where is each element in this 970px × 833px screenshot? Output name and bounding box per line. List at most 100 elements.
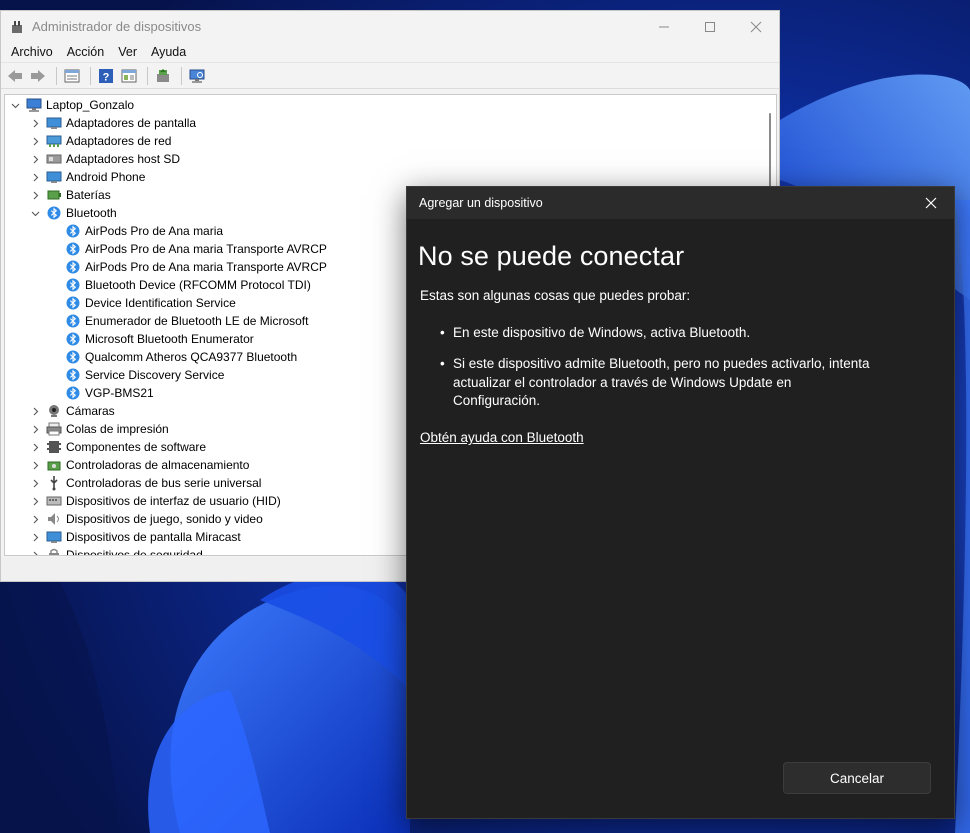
tip-item: • Si este dispositivo admite Bluetooth, …	[440, 355, 873, 411]
tree-expander[interactable]	[29, 531, 41, 543]
maximize-button[interactable]	[687, 11, 733, 42]
miracast-icon	[46, 529, 62, 545]
tree-category[interactable]: Adaptadores host SD	[5, 150, 765, 168]
tree-expander[interactable]	[29, 171, 41, 183]
tree-device-label: Service Discovery Service	[85, 368, 225, 382]
bullet-icon: •	[440, 356, 445, 371]
add-device-dialog: Agregar un dispositivo No se puede conec…	[406, 186, 955, 819]
svg-text:?: ?	[103, 71, 110, 83]
menu-ayuda[interactable]: Ayuda	[145, 45, 192, 59]
tree-category-label: Adaptadores de pantalla	[66, 116, 197, 130]
chevron-down-icon	[11, 103, 19, 108]
view-icon	[121, 69, 137, 82]
properties-button[interactable]	[62, 66, 82, 86]
forward-icon	[31, 69, 45, 82]
chevron-right-icon	[33, 425, 38, 433]
tree-expander[interactable]	[29, 207, 41, 219]
bluetooth-icon	[65, 295, 81, 311]
chevron-right-icon	[33, 137, 38, 145]
dialog-close-button[interactable]	[908, 187, 954, 219]
tree-expander[interactable]	[29, 153, 41, 165]
dialog-title: Agregar un dispositivo	[419, 196, 543, 210]
cancel-button[interactable]: Cancelar	[783, 762, 931, 794]
minimize-icon	[659, 26, 669, 27]
tree-category[interactable]: Adaptadores de red	[5, 132, 765, 150]
tree-expander[interactable]	[29, 135, 41, 147]
tree-category[interactable]: Adaptadores de pantalla	[5, 114, 765, 132]
close-icon	[750, 21, 762, 32]
tree-category-label: Colas de impresión	[66, 422, 169, 436]
tree-category-label: Dispositivos de juego, sonido y video	[66, 512, 263, 526]
close-icon	[925, 197, 937, 209]
tree-device-label: Microsoft Bluetooth Enumerator	[85, 332, 254, 346]
tip-text: En este dispositivo de Windows, activa B…	[453, 325, 751, 340]
tree-category-label: Dispositivos de pantalla Miracast	[66, 530, 241, 544]
tree-expander[interactable]	[29, 477, 41, 489]
tree-expander[interactable]	[29, 459, 41, 471]
scan-hardware-icon	[189, 69, 205, 83]
bluetooth-help-link[interactable]: Obtén ayuda con Bluetooth	[420, 430, 584, 445]
bluetooth-icon	[65, 331, 81, 347]
chevron-right-icon	[33, 155, 38, 163]
tree-root-label: Laptop_Gonzalo	[46, 98, 135, 112]
toolbar-separator	[147, 66, 148, 85]
help-icon: ?	[99, 68, 113, 83]
tree-expander[interactable]	[29, 405, 41, 417]
chevron-right-icon	[33, 461, 38, 469]
tree-category-label: Dispositivos de interfaz de usuario (HID…	[66, 494, 281, 508]
tree-expander[interactable]	[29, 189, 41, 201]
update-driver-button[interactable]	[153, 66, 173, 86]
tree-expander[interactable]	[9, 99, 21, 111]
bluetooth-icon	[46, 205, 62, 221]
window-title: Administrador de dispositivos	[32, 19, 202, 34]
tree-expander[interactable]	[29, 495, 41, 507]
bluetooth-icon	[65, 385, 81, 401]
close-button[interactable]	[733, 11, 779, 42]
tree-category-label: Android Phone	[66, 170, 146, 184]
tree-device-label: Bluetooth Device (RFCOMM Protocol TDI)	[85, 278, 311, 292]
tree-expander[interactable]	[29, 549, 41, 555]
back-icon	[8, 69, 22, 82]
bluetooth-icon	[65, 241, 81, 257]
dialog-titlebar[interactable]: Agregar un dispositivo	[407, 187, 954, 219]
usb-icon	[46, 475, 62, 491]
hid-icon	[46, 493, 62, 509]
tree-device-label: VGP-BMS21	[85, 386, 154, 400]
tree-category-label: Controladoras de bus serie universal	[66, 476, 262, 490]
chevron-down-icon	[31, 211, 39, 216]
tree-expander[interactable]	[29, 513, 41, 525]
tree-category-label: Adaptadores de red	[66, 134, 172, 148]
view-button[interactable]	[119, 66, 139, 86]
minimize-button[interactable]	[641, 11, 687, 42]
window-titlebar[interactable]: Administrador de dispositivos	[1, 11, 779, 42]
sd-host-icon	[46, 151, 62, 167]
dialog-heading: No se puede conectar	[418, 241, 685, 271]
toolbar-separator	[56, 66, 57, 85]
chevron-right-icon	[33, 191, 38, 199]
menu-bar: Archivo Acción Ver Ayuda	[1, 42, 779, 62]
scan-hardware-button[interactable]	[187, 66, 207, 86]
tree-expander[interactable]	[29, 117, 41, 129]
menu-accion[interactable]: Acción	[61, 45, 111, 59]
forward-button[interactable]	[28, 66, 48, 86]
help-button[interactable]: ?	[96, 66, 116, 86]
tip-text: Si este dispositivo admite Bluetooth, pe…	[453, 356, 870, 408]
tree-device-label: Device Identification Service	[85, 296, 236, 310]
tree-device-label: Qualcomm Atheros QCA9377 Bluetooth	[85, 350, 298, 364]
menu-archivo[interactable]: Archivo	[5, 45, 59, 59]
bluetooth-icon	[65, 223, 81, 239]
tree-category[interactable]: Android Phone	[5, 168, 765, 186]
tree-root[interactable]: Laptop_Gonzalo	[5, 96, 765, 114]
back-button[interactable]	[5, 66, 25, 86]
chevron-right-icon	[33, 515, 38, 523]
chevron-right-icon	[33, 533, 38, 541]
tree-category-label: Baterías	[66, 188, 111, 202]
bullet-icon: •	[440, 325, 445, 340]
tree-expander[interactable]	[29, 441, 41, 453]
menu-ver[interactable]: Ver	[112, 45, 143, 59]
maximize-icon	[705, 21, 715, 32]
tree-expander[interactable]	[29, 423, 41, 435]
toolbar: ?	[1, 62, 779, 89]
chevron-right-icon	[33, 443, 38, 451]
bluetooth-icon	[65, 313, 81, 329]
